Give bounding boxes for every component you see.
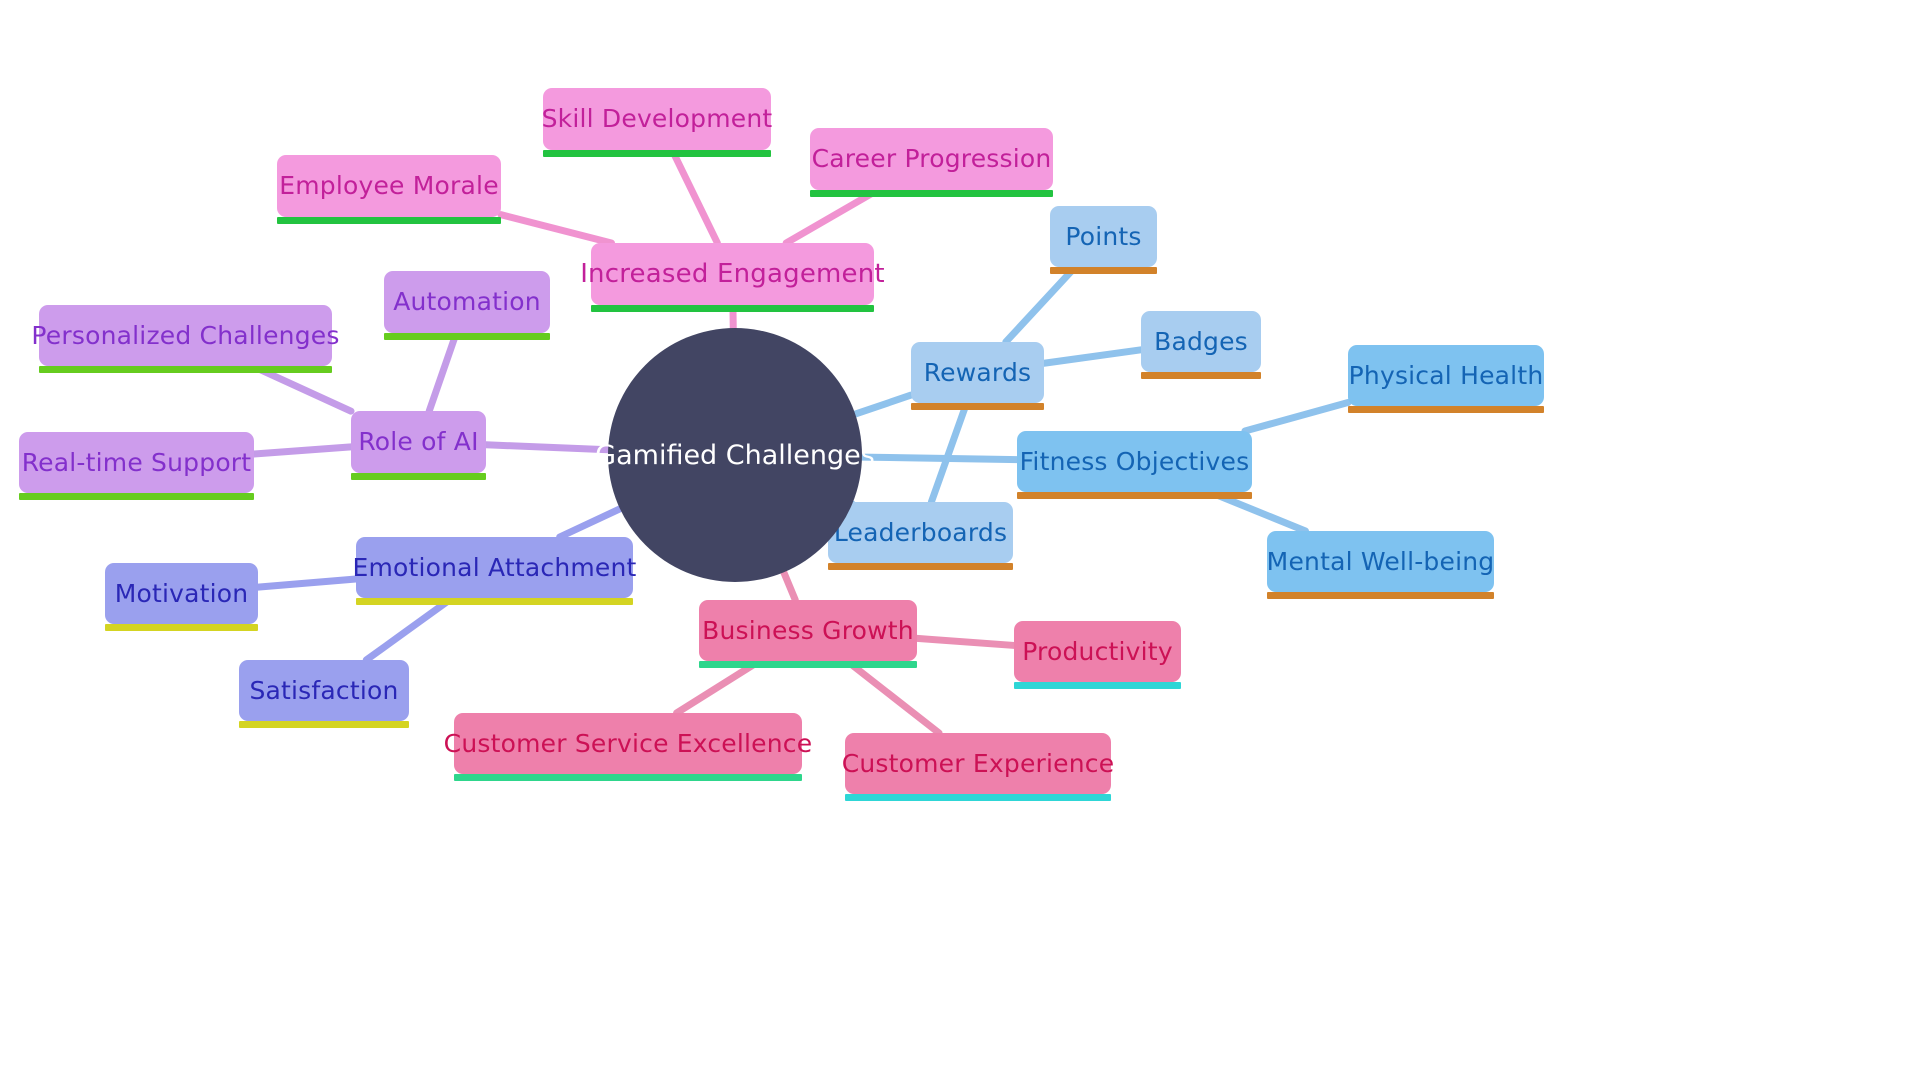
edge-role_of_ai-to-real_time_support (250, 443, 355, 458)
node-mental_well_being[interactable]: Mental Well-being (1266, 531, 1495, 599)
node-label-customer_experience: Customer Experience (841, 748, 1115, 778)
edge-emotional_attachment-to-satisfaction (362, 594, 456, 664)
node-underline-career_progression (810, 190, 1053, 197)
node-underline-real_time_support (19, 493, 254, 500)
edge-center-to-fitness_objectives (858, 453, 1021, 464)
node-label-productivity: Productivity (1022, 636, 1173, 666)
node-leaderboards[interactable]: Leaderboards (828, 502, 1013, 570)
node-role_of_ai[interactable]: Role of AI (351, 411, 486, 480)
center-node-label: Gamified Challenges (595, 439, 875, 471)
node-underline-personalized_challenges (39, 366, 332, 373)
node-label-customer_service_excellence: Customer Service Excellence (443, 728, 813, 758)
node-automation[interactable]: Automation (384, 271, 550, 340)
mindmap-canvas: Skill Development Employee Morale Career P… (0, 0, 1920, 1080)
node-label-career_progression: Career Progression (811, 144, 1052, 174)
node-underline-badges (1141, 372, 1261, 379)
edge-increased_engagement-to-career_progression (782, 186, 882, 247)
node-satisfaction[interactable]: Satisfaction (239, 660, 409, 728)
node-underline-satisfaction (239, 721, 409, 728)
node-business_growth[interactable]: Business Growth (699, 600, 917, 668)
node-motivation[interactable]: Motivation (105, 563, 258, 631)
node-label-automation: Automation (393, 287, 541, 317)
edge-role_of_ai-to-automation (425, 329, 460, 415)
node-label-increased_engagement: Increased Engagement (580, 258, 885, 289)
node-customer_service_excellence[interactable]: Customer Service Excellence (444, 713, 812, 781)
node-emotional_attachment[interactable]: Emotional Attachment (352, 537, 636, 605)
node-underline-employee_morale (277, 217, 501, 224)
node-label-points: Points (1065, 221, 1142, 251)
node-personalized_challenges[interactable]: Personalized Challenges (31, 305, 339, 373)
edge-rewards-to-points (1002, 263, 1079, 346)
node-label-mental_well_being: Mental Well-being (1266, 546, 1495, 576)
node-label-skill_development: Skill Development (541, 104, 773, 134)
edge-rewards-to-leaderboards (927, 399, 971, 506)
node-real_time_support[interactable]: Real-time Support (19, 432, 254, 500)
node-employee_morale[interactable]: Employee Morale (277, 155, 501, 224)
node-label-rewards: Rewards (923, 357, 1032, 387)
node-label-leaderboards: Leaderboards (833, 517, 1008, 547)
node-label-fitness_objectives: Fitness Objectives (1019, 446, 1250, 476)
node-label-real_time_support: Real-time Support (21, 447, 252, 477)
node-label-satisfaction: Satisfaction (249, 675, 399, 705)
node-label-motivation: Motivation (114, 578, 249, 608)
node-label-employee_morale: Employee Morale (279, 171, 499, 201)
node-underline-emotional_attachment (356, 598, 633, 605)
edge-emotional_attachment-to-motivation (254, 575, 360, 591)
node-underline-fitness_objectives (1017, 492, 1252, 499)
node-points[interactable]: Points (1050, 206, 1157, 274)
node-underline-motivation (105, 624, 258, 631)
node-productivity[interactable]: Productivity (1014, 621, 1181, 689)
node-label-role_of_ai: Role of AI (358, 427, 479, 457)
edge-rewards-to-badges (1040, 346, 1145, 367)
node-underline-increased_engagement (591, 305, 874, 312)
edge-business_growth-to-productivity (913, 634, 1018, 649)
node-underline-leaderboards (828, 563, 1013, 570)
node-rewards[interactable]: Rewards (911, 342, 1044, 410)
node-underline-rewards (911, 403, 1044, 410)
node-label-emotional_attachment: Emotional Attachment (352, 552, 637, 582)
node-fitness_objectives[interactable]: Fitness Objectives (1017, 431, 1252, 499)
node-underline-skill_development (543, 150, 771, 157)
edge-business_growth-to-customer_experience (843, 657, 943, 737)
node-label-business_growth: Business Growth (702, 615, 914, 645)
edge-increased_engagement-to-skill_development (668, 146, 721, 247)
node-label-badges: Badges (1154, 326, 1248, 356)
node-badges[interactable]: Badges (1141, 311, 1261, 379)
node-underline-points (1050, 267, 1157, 274)
edge-center-to-rewards (851, 391, 915, 418)
node-underline-customer_service_excellence (454, 774, 802, 781)
node-increased_engagement[interactable]: Increased Engagement (580, 243, 885, 312)
node-underline-customer_experience (845, 794, 1111, 801)
center-node[interactable]: Gamified Challenges (595, 328, 875, 582)
node-skill_development[interactable]: Skill Development (541, 88, 773, 157)
node-label-physical_health: Physical Health (1348, 360, 1544, 390)
edge-fitness_objectives-to-physical_health (1241, 399, 1352, 435)
node-underline-automation (384, 333, 550, 340)
node-career_progression[interactable]: Career Progression (810, 128, 1053, 197)
node-underline-physical_health (1348, 406, 1544, 413)
node-underline-business_growth (699, 661, 917, 668)
node-underline-role_of_ai (351, 473, 486, 480)
node-underline-mental_well_being (1267, 592, 1494, 599)
edge-business_growth-to-customer_service_excellence (673, 657, 763, 717)
node-customer_experience[interactable]: Customer Experience (842, 733, 1114, 801)
edge-center-to-emotional_attachment (556, 505, 624, 541)
edge-center-to-role_of_ai (482, 441, 612, 454)
node-label-personalized_challenges: Personalized Challenges (31, 320, 340, 350)
edge-increased_engagement-to-employee_morale (497, 211, 615, 247)
node-physical_health[interactable]: Physical Health (1348, 345, 1544, 413)
edge-center-to-business_growth (780, 568, 799, 604)
node-underline-productivity (1014, 682, 1181, 689)
